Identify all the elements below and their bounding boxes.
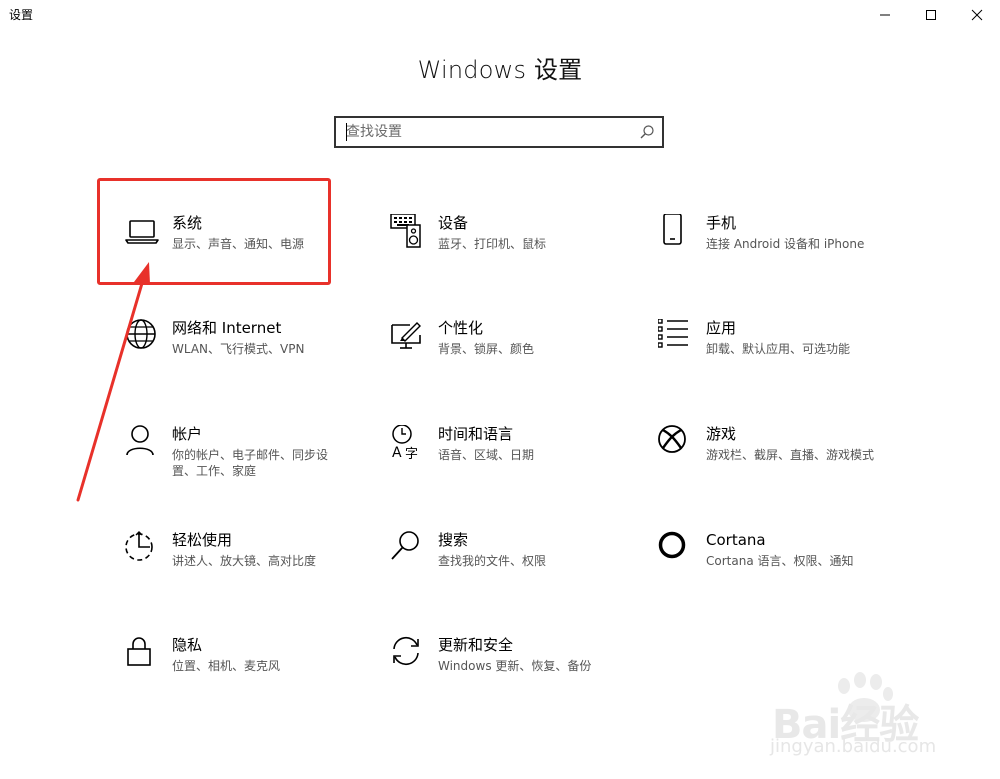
tile-gaming[interactable]: 游戏 游戏栏、截屏、直播、游戏模式 (658, 425, 898, 495)
tile-description: 卸载、默认应用、可选功能 (706, 342, 851, 356)
person-icon (126, 425, 154, 456)
personalization-icon (391, 322, 421, 349)
tile-time-language[interactable]: A 字 时间和语言 语音、区域、日期 (390, 425, 630, 495)
maximize-icon (926, 10, 936, 20)
tile-title: Cortana (706, 531, 766, 549)
tile-devices[interactable]: 设备 蓝牙、打印机、鼠标 (390, 214, 630, 284)
app-title: 设置 (9, 8, 34, 22)
tile-title: 手机 (706, 214, 737, 232)
tile-title: 设备 (438, 214, 469, 232)
search-box[interactable] (334, 116, 664, 148)
tile-apps[interactable]: 应用 卸载、默认应用、可选功能 (658, 319, 898, 389)
search-icon[interactable] (639, 124, 655, 140)
tile-title: 应用 (706, 319, 737, 337)
tile-description: 位置、相机、麦克风 (172, 659, 281, 673)
lock-icon (127, 637, 151, 666)
tile-description: 语音、区域、日期 (438, 448, 535, 462)
watermark: Bai经验 jingyan.baidu.com (762, 672, 992, 762)
maximize-button[interactable] (908, 0, 954, 30)
tile-description: 背景、锁屏、颜色 (438, 342, 535, 356)
window-controls (862, 0, 1000, 30)
tile-title: 隐私 (172, 636, 203, 654)
tile-description: Windows 更新、恢复、备份 (438, 659, 592, 673)
cortana-icon (658, 531, 686, 559)
watermark-url: jingyan.baidu.com (770, 736, 937, 757)
tile-phone[interactable]: 手机 连接 Android 设备和 iPhone (658, 214, 898, 284)
ease-of-access-icon (125, 531, 153, 561)
tile-description: 连接 Android 设备和 iPhone (706, 237, 865, 251)
apps-list-icon (658, 319, 688, 348)
tile-privacy[interactable]: 隐私 位置、相机、麦克风 (124, 636, 364, 706)
tile-accounts[interactable]: 帐户 你的帐户、电子邮件、同步设置、工作、家庭 (124, 425, 364, 495)
tile-description: 蓝牙、打印机、鼠标 (438, 237, 547, 251)
search-input[interactable] (346, 121, 636, 143)
svg-text:字: 字 (405, 447, 418, 461)
tile-title: 网络和 Internet (172, 319, 282, 337)
tile-description: WLAN、飞行模式、VPN (172, 342, 305, 356)
title-bar: 设置 (0, 0, 1000, 30)
minimize-button[interactable] (862, 0, 908, 30)
tile-personalization[interactable]: 个性化 背景、锁屏、颜色 (390, 319, 630, 389)
devices-icon (390, 214, 421, 248)
tile-description: 查找我的文件、权限 (438, 554, 547, 568)
time-language-icon: A 字 (392, 425, 418, 461)
phone-icon (663, 214, 682, 245)
tile-title: 轻松使用 (172, 531, 233, 549)
tile-search[interactable]: 搜索 查找我的文件、权限 (390, 531, 630, 601)
tile-ease-of-access[interactable]: 轻松使用 讲述人、放大镜、高对比度 (124, 531, 364, 601)
tile-title: 个性化 (438, 319, 484, 337)
tile-cortana[interactable]: Cortana Cortana 语言、权限、通知 (658, 531, 898, 601)
tile-description: 你的帐户、电子邮件、同步设置、工作、家庭 (172, 448, 329, 478)
tile-title: 时间和语言 (438, 425, 514, 443)
tile-network[interactable]: 网络和 Internet WLAN、飞行模式、VPN (124, 319, 364, 389)
tile-title: 搜索 (438, 531, 469, 549)
page-title: Windows 设置 (417, 56, 583, 84)
tile-title: 更新和安全 (438, 636, 514, 654)
globe-icon (126, 319, 156, 349)
minimize-icon (880, 14, 890, 16)
tile-update-security[interactable]: 更新和安全 Windows 更新、恢复、备份 (390, 636, 630, 706)
search-icon (391, 531, 419, 560)
tile-description: Cortana 语言、权限、通知 (706, 554, 854, 568)
tile-title: 帐户 (172, 425, 203, 443)
sync-icon (393, 636, 419, 666)
close-icon (971, 9, 983, 21)
highlight-box (97, 178, 331, 285)
tile-title: 游戏 (706, 425, 737, 443)
tile-description: 游戏栏、截屏、直播、游戏模式 (706, 448, 875, 462)
xbox-icon (658, 425, 686, 453)
svg-text:A: A (392, 445, 402, 461)
text-caret (346, 123, 347, 141)
tile-description: 讲述人、放大镜、高对比度 (172, 554, 317, 568)
close-button[interactable] (954, 0, 1000, 30)
